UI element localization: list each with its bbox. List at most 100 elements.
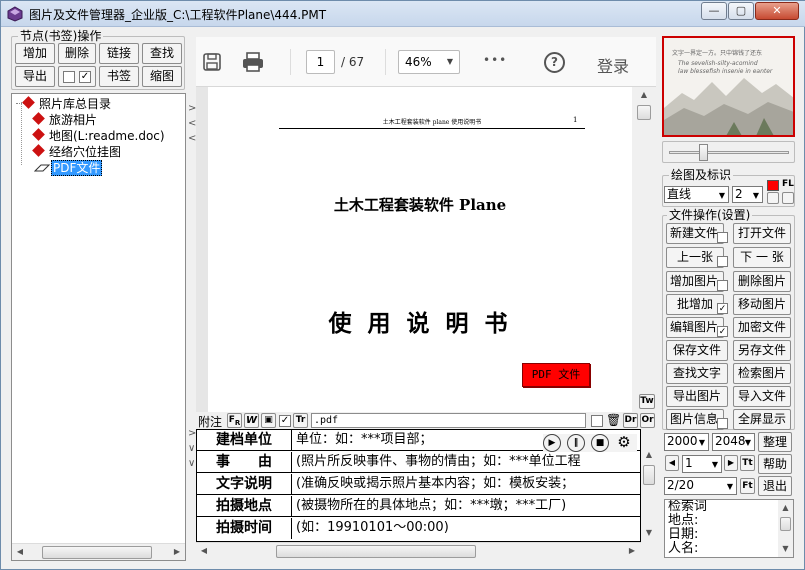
node-checkbox-1[interactable]: [63, 71, 75, 83]
zoom-slider[interactable]: [662, 141, 795, 163]
settings-gear-icon[interactable]: ⚙: [615, 434, 633, 452]
scroll-left-icon[interactable]: ◀: [12, 544, 28, 560]
batch-add-checkbox[interactable]: ✓: [717, 303, 728, 314]
play-icon[interactable]: ▶: [543, 434, 561, 452]
node-checkbox-2[interactable]: ✓: [79, 71, 91, 83]
save-as-button[interactable]: 另存文件: [733, 340, 791, 361]
stop-icon[interactable]: ■: [591, 434, 609, 452]
or-button[interactable]: Or: [640, 413, 655, 428]
line-type-select[interactable]: 直线 ▼: [664, 186, 729, 203]
line-width-select[interactable]: 2 ▼: [732, 186, 763, 203]
print-icon[interactable]: [241, 51, 265, 76]
scroll-thumb[interactable]: [780, 517, 791, 531]
thumbnail-button[interactable]: 缩图: [142, 66, 182, 87]
pdf-vscrollbar[interactable]: ▲ ▼: [632, 87, 656, 412]
dr-button[interactable]: Dr: [623, 413, 638, 428]
year-from-select[interactable]: 2000 ▼: [664, 433, 709, 451]
open-file-button[interactable]: 打开文件: [733, 223, 791, 244]
prev-button[interactable]: 上一张: [666, 247, 724, 268]
search-image-button[interactable]: 检索图片: [733, 363, 791, 384]
encrypt-file-button[interactable]: 加密文件: [733, 317, 791, 338]
search-vscrollbar[interactable]: ▲ ▼: [778, 500, 793, 557]
add-image-checkbox[interactable]: [717, 280, 728, 291]
find-node-button[interactable]: 查找: [142, 43, 182, 64]
add-image-button[interactable]: 增加图片: [666, 271, 724, 292]
page-count-select[interactable]: 2/20 ▼: [664, 477, 737, 495]
scroll-thumb[interactable]: [643, 465, 655, 485]
help-button[interactable]: 帮助: [758, 454, 792, 474]
tw-button[interactable]: Tw: [639, 394, 655, 409]
bookmark-button[interactable]: 书签: [99, 66, 139, 87]
search-keywords-box[interactable]: 检索词 地点: 日期: 人名: ▲ ▼: [664, 499, 794, 558]
word-button[interactable]: W: [244, 413, 259, 428]
tree-item[interactable]: 地图(L:readme.doc): [32, 127, 165, 144]
tt-button[interactable]: Tt: [740, 455, 755, 471]
minimize-button[interactable]: —: [701, 2, 727, 20]
scroll-thumb[interactable]: [276, 545, 476, 558]
year-to-select[interactable]: 2048 ▼: [712, 433, 755, 451]
tree-item-selected[interactable]: PDF文件: [33, 159, 103, 176]
new-file-checkbox[interactable]: [717, 232, 728, 243]
move-image-button[interactable]: 移动图片: [733, 294, 791, 315]
image-info-checkbox[interactable]: [717, 418, 728, 429]
scroll-up-icon[interactable]: ▲: [641, 447, 657, 463]
fullscreen-button[interactable]: 全屏显示: [733, 409, 791, 430]
scroll-down-icon[interactable]: ▼: [641, 525, 657, 541]
scroll-thumb[interactable]: [637, 105, 651, 120]
save-icon[interactable]: [202, 52, 222, 75]
delete-node-button[interactable]: 删除: [58, 43, 96, 64]
prev-checkbox[interactable]: [717, 256, 728, 267]
organize-button[interactable]: 整理: [758, 432, 792, 452]
attach-checkbox-2[interactable]: [591, 415, 603, 427]
scroll-up-icon[interactable]: ▲: [636, 87, 652, 103]
attach-path-field[interactable]: .pdf: [311, 413, 586, 428]
scroll-right-icon[interactable]: ▶: [624, 543, 640, 559]
export-node-button[interactable]: 导出: [15, 66, 55, 87]
export-image-button[interactable]: 导出图片: [666, 386, 728, 407]
tr-button[interactable]: Tr: [293, 413, 308, 428]
page-number-input[interactable]: 1: [306, 50, 335, 74]
add-node-button[interactable]: 增加: [15, 43, 55, 64]
save-file-button[interactable]: 保存文件: [666, 340, 728, 361]
import-file-button[interactable]: 导入文件: [733, 386, 791, 407]
row-value[interactable]: (照片所反映事件、事物的情由；如：***单位工程: [296, 452, 581, 472]
tree-item[interactable]: 经络穴位挂图: [32, 143, 121, 160]
scroll-right-icon[interactable]: ▶: [169, 544, 185, 560]
page-select[interactable]: 1 ▼: [682, 455, 722, 473]
last-page-icon[interactable]: ▶: [724, 455, 738, 471]
scroll-left-icon[interactable]: ◀: [196, 543, 212, 559]
login-link[interactable]: 登录: [597, 53, 629, 77]
image-info-button[interactable]: 图片信息: [666, 409, 724, 430]
new-file-button[interactable]: 新建文件: [666, 223, 724, 244]
fr-button[interactable]: FR: [227, 413, 242, 428]
first-page-icon[interactable]: ◀: [665, 455, 679, 471]
batch-add-button[interactable]: 批增加: [666, 294, 724, 315]
ft-button[interactable]: Ft: [740, 478, 755, 494]
info-hscrollbar[interactable]: ◀ ▶: [196, 542, 641, 559]
tree-root[interactable]: 照片库总目录: [16, 95, 111, 112]
attach-checkbox[interactable]: ✓: [279, 415, 291, 427]
scroll-up-icon[interactable]: ▲: [778, 500, 793, 516]
row-value[interactable]: (如：19910101～00:00): [296, 518, 449, 538]
next-button[interactable]: 下 一 张: [733, 247, 791, 268]
help-icon[interactable]: ?: [544, 52, 565, 73]
tree-item[interactable]: 旅游相片: [32, 111, 97, 128]
row-value[interactable]: 单位：如：***项目部；: [296, 430, 433, 450]
fl-toggle[interactable]: [782, 192, 794, 204]
preview-thumbnail[interactable]: 文字一界定一方。只中锦钱了还东 The sevelish-silty-acomi…: [662, 36, 795, 137]
pause-icon[interactable]: ‖: [567, 434, 585, 452]
link-node-button[interactable]: 链接: [99, 43, 139, 64]
edit-image-checkbox[interactable]: ✓: [717, 326, 728, 337]
fl-button[interactable]: FL: [782, 179, 794, 189]
maximize-button[interactable]: ▢: [728, 2, 754, 20]
close-button[interactable]: ✕: [755, 2, 799, 20]
exit-button[interactable]: 退出: [758, 476, 792, 496]
tree-hscrollbar[interactable]: ◀ ▶: [12, 543, 185, 560]
color-swatch[interactable]: [767, 180, 779, 191]
row-value[interactable]: (准确反映或揭示照片基本内容；如：模板安装；: [296, 474, 574, 494]
row-value[interactable]: (被摄物所在的具体地点；如：***墩；***工厂): [296, 496, 566, 516]
pdf-file-badge[interactable]: PDF 文件: [522, 363, 590, 387]
edit-image-button[interactable]: 编辑图片: [666, 317, 724, 338]
find-text-button[interactable]: 查找文字: [666, 363, 728, 384]
zoom-select[interactable]: 46% ▼: [398, 50, 460, 74]
